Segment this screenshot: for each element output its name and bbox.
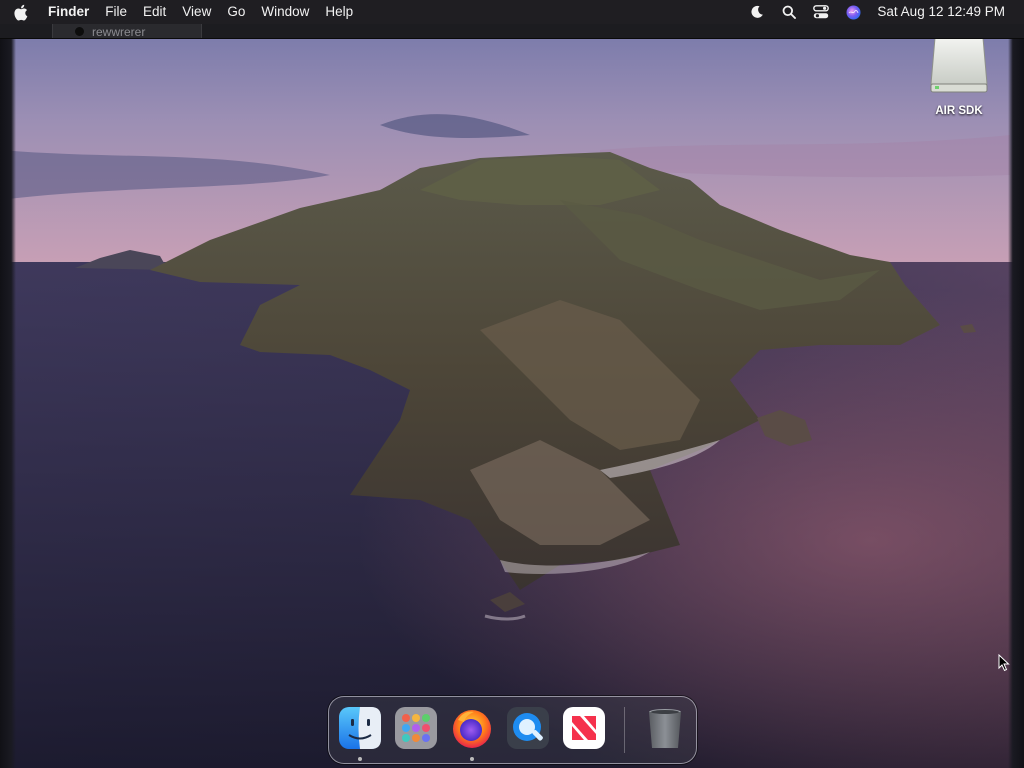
window-shadow-left <box>0 38 16 768</box>
firefox-icon <box>453 710 491 748</box>
apple-logo-icon[interactable] <box>0 0 40 24</box>
dock-trash[interactable] <box>643 706 687 750</box>
menu-bar-clock[interactable]: Sat Aug 12 12:49 PM <box>869 0 1024 24</box>
window-shadow-right <box>1008 38 1024 768</box>
trash-icon <box>649 709 681 748</box>
menu-go[interactable]: Go <box>219 0 253 24</box>
menu-bar-left: Finder File Edit View Go Window Help <box>0 0 361 24</box>
menu-app-name[interactable]: Finder <box>40 0 97 24</box>
dock-news[interactable] <box>562 706 606 750</box>
mouse-cursor-icon <box>998 654 1010 672</box>
background-window-tab-title: rewwrerer <box>92 25 146 39</box>
control-center-icon[interactable] <box>805 0 837 24</box>
background-window-tab[interactable]: rewwrerer <box>52 24 202 38</box>
dock-firefox[interactable] <box>450 706 494 750</box>
siri-icon[interactable] <box>837 0 869 24</box>
background-window-strip: rewwrerer <box>0 24 1024 39</box>
desktop-icon-label: AIR SDK <box>935 105 983 117</box>
dock-separator <box>624 707 625 753</box>
dock-quicktime[interactable] <box>506 706 550 750</box>
menu-help[interactable]: Help <box>317 0 361 24</box>
running-indicator <box>470 757 474 761</box>
quicktime-icon <box>507 707 549 749</box>
menu-bar-extras: Sat Aug 12 12:49 PM <box>741 0 1024 24</box>
moon-icon[interactable] <box>741 0 773 24</box>
dock <box>328 696 697 764</box>
dock-finder[interactable] <box>338 706 382 750</box>
external-disk-icon <box>930 37 988 93</box>
dock-launchpad[interactable] <box>394 706 438 750</box>
news-icon <box>563 707 605 749</box>
finder-icon <box>339 707 381 749</box>
launchpad-icon <box>395 707 437 749</box>
desktop-icon-air-sdk[interactable]: AIR SDK <box>921 37 997 123</box>
menu-view[interactable]: View <box>174 0 219 24</box>
menu-file[interactable]: File <box>97 0 135 24</box>
menu-window[interactable]: Window <box>253 0 317 24</box>
menu-bar: Finder File Edit View Go Window Help Sat… <box>0 0 1024 24</box>
menu-edit[interactable]: Edit <box>135 0 174 24</box>
desktop-wallpaper <box>0 0 1024 768</box>
search-icon[interactable] <box>773 0 805 24</box>
running-indicator <box>358 757 362 761</box>
tab-favicon-icon <box>75 27 84 36</box>
